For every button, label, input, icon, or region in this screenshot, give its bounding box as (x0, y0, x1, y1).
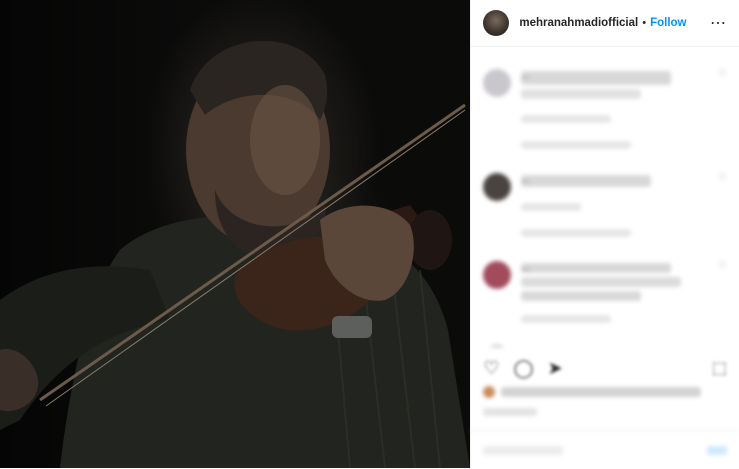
bookmark-icon[interactable]: ⬚ (712, 358, 727, 378)
comment-like-icon[interactable]: ♡ (718, 173, 727, 237)
comment-item (471, 345, 739, 347)
view-replies[interactable] (521, 141, 632, 149)
instagram-post: mehranahmadiofficial • Follow ⋯ ... ♡ ..… (0, 0, 739, 468)
comment-meta (521, 315, 612, 323)
post-timestamp (483, 408, 538, 416)
comment-item: ... ♡ (471, 69, 739, 149)
heart-icon[interactable]: ♡ (483, 358, 499, 379)
separator-dot: • (642, 17, 647, 29)
share-icon[interactable]: ➤ (548, 358, 563, 379)
comment-avatar[interactable] (483, 173, 512, 201)
view-replies[interactable] (521, 229, 632, 237)
comment-input[interactable] (483, 445, 707, 455)
violinist-photo-illustration (0, 40, 470, 468)
comment-avatar[interactable] (483, 345, 512, 347)
post-actions: ♡ ◯ ➤ ⬚ (471, 352, 739, 384)
comment-meta (521, 203, 582, 211)
comment-avatar[interactable] (483, 261, 512, 289)
more-options-icon[interactable]: ⋯ (710, 13, 727, 33)
username-link[interactable]: mehranahmadiofficial (519, 17, 638, 29)
post-side-panel: mehranahmadiofficial • Follow ⋯ ... ♡ ..… (470, 0, 739, 468)
follow-button[interactable]: Follow (650, 17, 686, 29)
likes-row[interactable] (483, 386, 727, 398)
comment-icon[interactable]: ◯ (514, 358, 534, 379)
comment-meta (521, 115, 612, 123)
comment-item: ... ♡ (471, 261, 739, 323)
comment-like-icon[interactable]: ♡ (718, 69, 727, 149)
add-comment-bar (471, 430, 739, 469)
avatar[interactable] (483, 10, 510, 36)
post-photo (0, 0, 471, 468)
comments-list: ... ♡ ... ♡ ... ♡ (471, 47, 739, 347)
comment-avatar[interactable] (483, 69, 512, 97)
comment-like-icon[interactable]: ♡ (718, 261, 727, 323)
comment-item: ... ♡ (471, 173, 739, 237)
post-header: mehranahmadiofficial • Follow ⋯ (471, 0, 739, 47)
post-comment-button[interactable] (707, 445, 727, 455)
